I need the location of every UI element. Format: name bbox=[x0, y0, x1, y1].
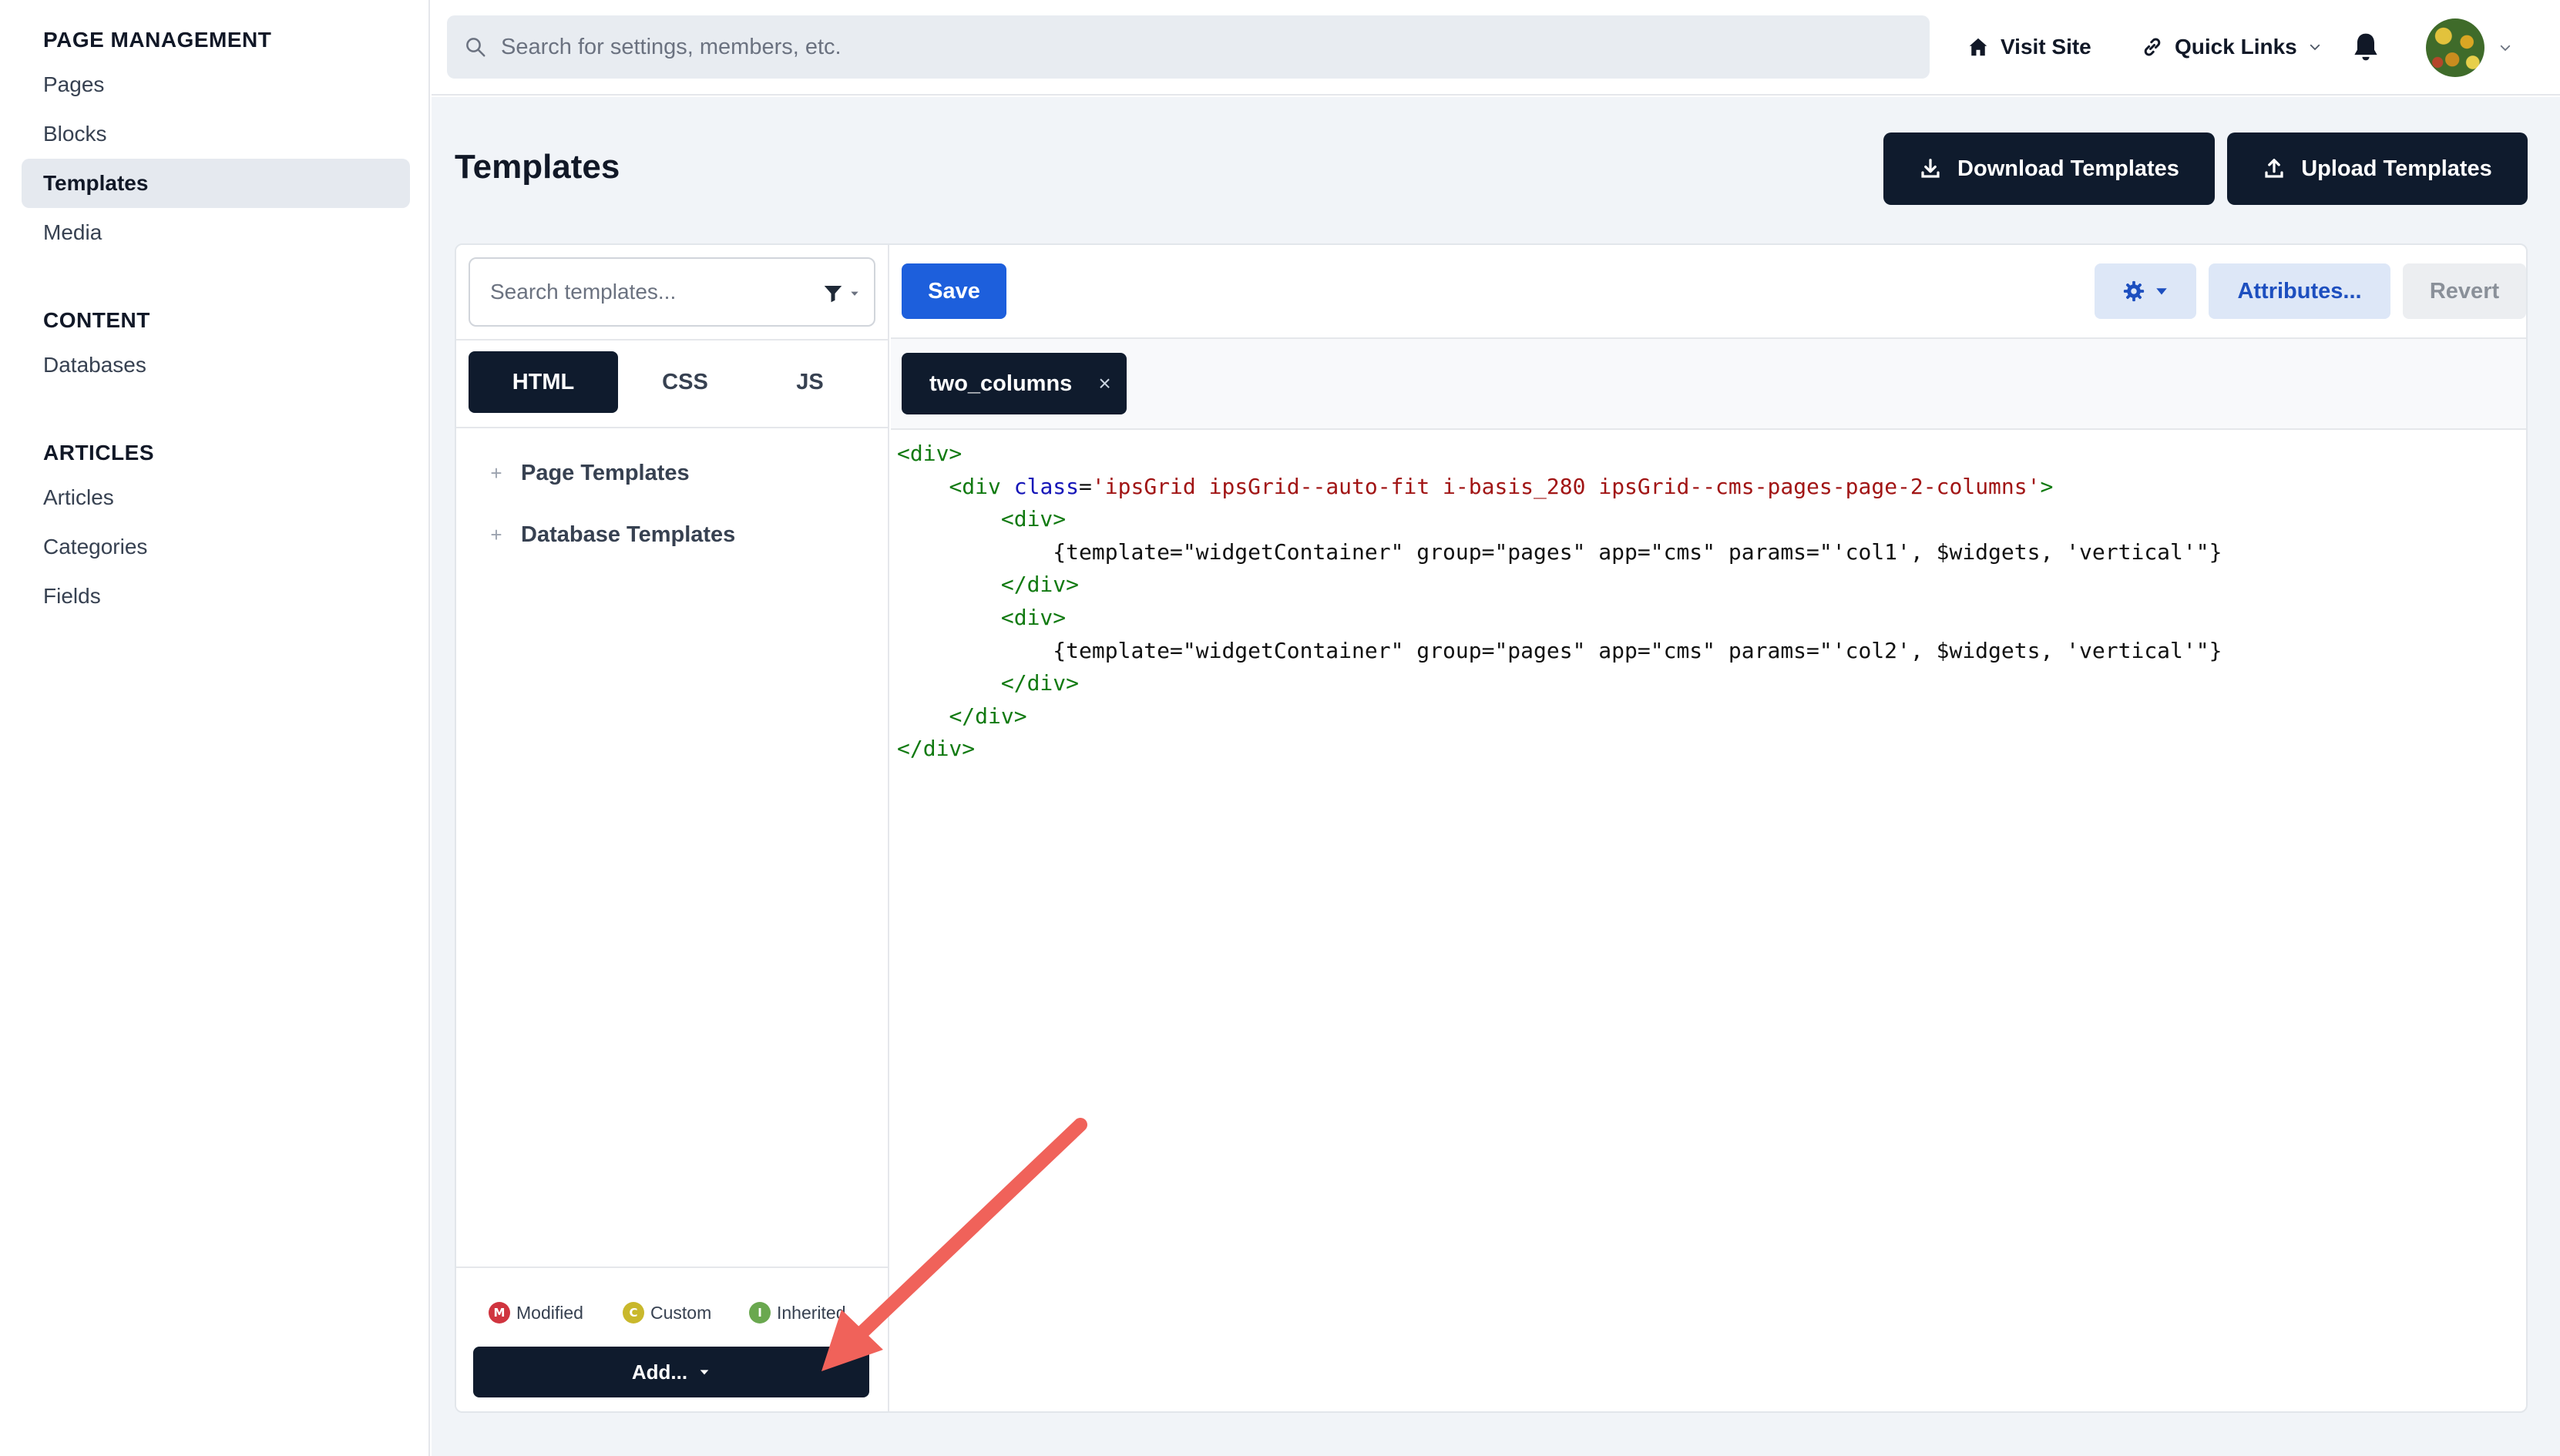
quick-links-menu[interactable]: Quick Links bbox=[2141, 28, 2322, 66]
global-search[interactable] bbox=[447, 15, 1930, 79]
home-icon bbox=[1967, 35, 1990, 59]
divider bbox=[456, 427, 889, 428]
inherited-badge-icon: I bbox=[749, 1302, 771, 1323]
sidebar-section-page-management: PAGE MANAGEMENT Pages Blocks Templates M… bbox=[22, 25, 410, 257]
modified-badge-icon: M bbox=[489, 1302, 510, 1323]
user-menu[interactable] bbox=[2426, 18, 2512, 77]
expand-plus-icon: + bbox=[490, 461, 502, 485]
code-line: </div> bbox=[1000, 572, 1080, 598]
upload-templates-label: Upload Templates bbox=[2301, 156, 2492, 181]
code-line: </div> bbox=[897, 736, 976, 762]
sidebar-item-blocks[interactable]: Blocks bbox=[22, 109, 410, 159]
sidebar-item-fields[interactable]: Fields bbox=[22, 572, 410, 621]
download-templates-label: Download Templates bbox=[1957, 156, 2179, 181]
visit-site-link[interactable]: Visit Site bbox=[1967, 28, 2091, 66]
chevron-down-icon bbox=[2308, 40, 2322, 54]
filter-button[interactable] bbox=[821, 282, 860, 305]
divider bbox=[456, 1266, 889, 1268]
sidebar: PAGE MANAGEMENT Pages Blocks Templates M… bbox=[0, 0, 430, 1456]
filter-icon bbox=[821, 282, 845, 305]
file-tab-two-columns[interactable]: two_columns × bbox=[902, 353, 1127, 414]
code-line: {template="widgetContainer" group="pages… bbox=[1053, 637, 2222, 663]
caret-down-icon bbox=[698, 1366, 711, 1378]
template-search[interactable] bbox=[469, 257, 875, 327]
sidebar-item-articles[interactable]: Articles bbox=[22, 473, 410, 522]
legend-custom: C Custom bbox=[623, 1302, 711, 1323]
legend-label: Inherited bbox=[777, 1302, 846, 1323]
sidebar-section-articles: ARTICLES Articles Categories Fields bbox=[22, 438, 410, 621]
code-line: <div> bbox=[1000, 506, 1067, 532]
sidebar-heading: ARTICLES bbox=[43, 441, 154, 465]
template-browser: HTML CSS JS + Page Templates + Database … bbox=[456, 245, 889, 1411]
notifications-bell-icon[interactable] bbox=[2349, 29, 2383, 65]
caret-down-icon bbox=[2155, 284, 2169, 298]
download-templates-button[interactable]: Download Templates bbox=[1883, 133, 2215, 205]
tree-item-page-templates[interactable]: + Page Templates bbox=[489, 456, 690, 490]
quick-links-label: Quick Links bbox=[2175, 35, 2297, 59]
sidebar-section-content: CONTENT Databases bbox=[22, 305, 410, 390]
template-search-input[interactable] bbox=[490, 280, 798, 304]
revert-button[interactable]: Revert bbox=[2403, 263, 2526, 319]
legend-label: Modified bbox=[516, 1302, 583, 1323]
code-line: {template="widgetContainer" group="pages… bbox=[1053, 538, 2222, 565]
open-file-tabs: two_columns × bbox=[891, 339, 2526, 430]
code-line: <div> bbox=[897, 441, 963, 466]
code-line: <div class='ipsGrid ipsGrid--auto-fit i-… bbox=[949, 473, 2054, 499]
sidebar-item-templates[interactable]: Templates bbox=[22, 159, 410, 208]
editor-toolbar: Save Attributes... Revert bbox=[891, 245, 2526, 339]
sidebar-item-pages[interactable]: Pages bbox=[22, 60, 410, 109]
tree-item-label: Page Templates bbox=[521, 460, 690, 485]
expand-plus-icon: + bbox=[490, 522, 502, 546]
sidebar-item-databases[interactable]: Databases bbox=[22, 341, 410, 390]
code-editor[interactable]: <div> <div class='ipsGrid ipsGrid--auto-… bbox=[897, 438, 2515, 766]
legend-inherited: I Inherited bbox=[749, 1302, 846, 1323]
upload-templates-button[interactable]: Upload Templates bbox=[2227, 133, 2528, 205]
sidebar-item-categories[interactable]: Categories bbox=[22, 522, 410, 572]
template-editor: HTML CSS JS + Page Templates + Database … bbox=[455, 243, 2528, 1413]
sidebar-item-media[interactable]: Media bbox=[22, 208, 410, 257]
upload-icon bbox=[2263, 157, 2286, 180]
sidebar-heading: CONTENT bbox=[43, 308, 150, 332]
save-button[interactable]: Save bbox=[902, 263, 1006, 319]
divider bbox=[456, 339, 889, 341]
code-line: <div> bbox=[1000, 604, 1067, 630]
settings-menu-button[interactable] bbox=[2095, 263, 2196, 319]
legend-modified: M Modified bbox=[489, 1302, 583, 1323]
sidebar-heading: PAGE MANAGEMENT bbox=[43, 28, 272, 52]
custom-badge-icon: C bbox=[623, 1302, 644, 1323]
chevron-down-icon bbox=[2498, 41, 2512, 55]
tree-item-database-templates[interactable]: + Database Templates bbox=[489, 518, 735, 552]
gear-icon bbox=[2122, 280, 2145, 303]
visit-site-label: Visit Site bbox=[2001, 35, 2091, 59]
close-icon[interactable]: × bbox=[1098, 371, 1110, 396]
global-search-input[interactable] bbox=[501, 34, 1888, 60]
caret-down-icon bbox=[849, 288, 860, 299]
page-title: Templates bbox=[455, 148, 620, 186]
topbar: Visit Site Quick Links bbox=[432, 0, 2560, 96]
avatar bbox=[2426, 18, 2484, 77]
download-icon bbox=[1919, 157, 1942, 180]
code-line: </div> bbox=[949, 703, 1027, 729]
add-button[interactable]: Add... bbox=[473, 1347, 869, 1397]
search-icon bbox=[464, 35, 487, 59]
legend-label: Custom bbox=[650, 1302, 712, 1323]
attributes-button[interactable]: Attributes... bbox=[2209, 263, 2390, 319]
file-tab-label: two_columns bbox=[929, 371, 1073, 396]
code-line: </div> bbox=[1000, 670, 1080, 696]
tree-item-label: Database Templates bbox=[521, 522, 736, 547]
code-editor-pane: Save Attributes... Revert two_columns × … bbox=[891, 245, 2526, 1411]
tab-js[interactable]: JS bbox=[735, 351, 885, 413]
tab-html[interactable]: HTML bbox=[469, 351, 618, 413]
link-icon bbox=[2141, 35, 2164, 59]
add-label: Add... bbox=[631, 1360, 688, 1384]
